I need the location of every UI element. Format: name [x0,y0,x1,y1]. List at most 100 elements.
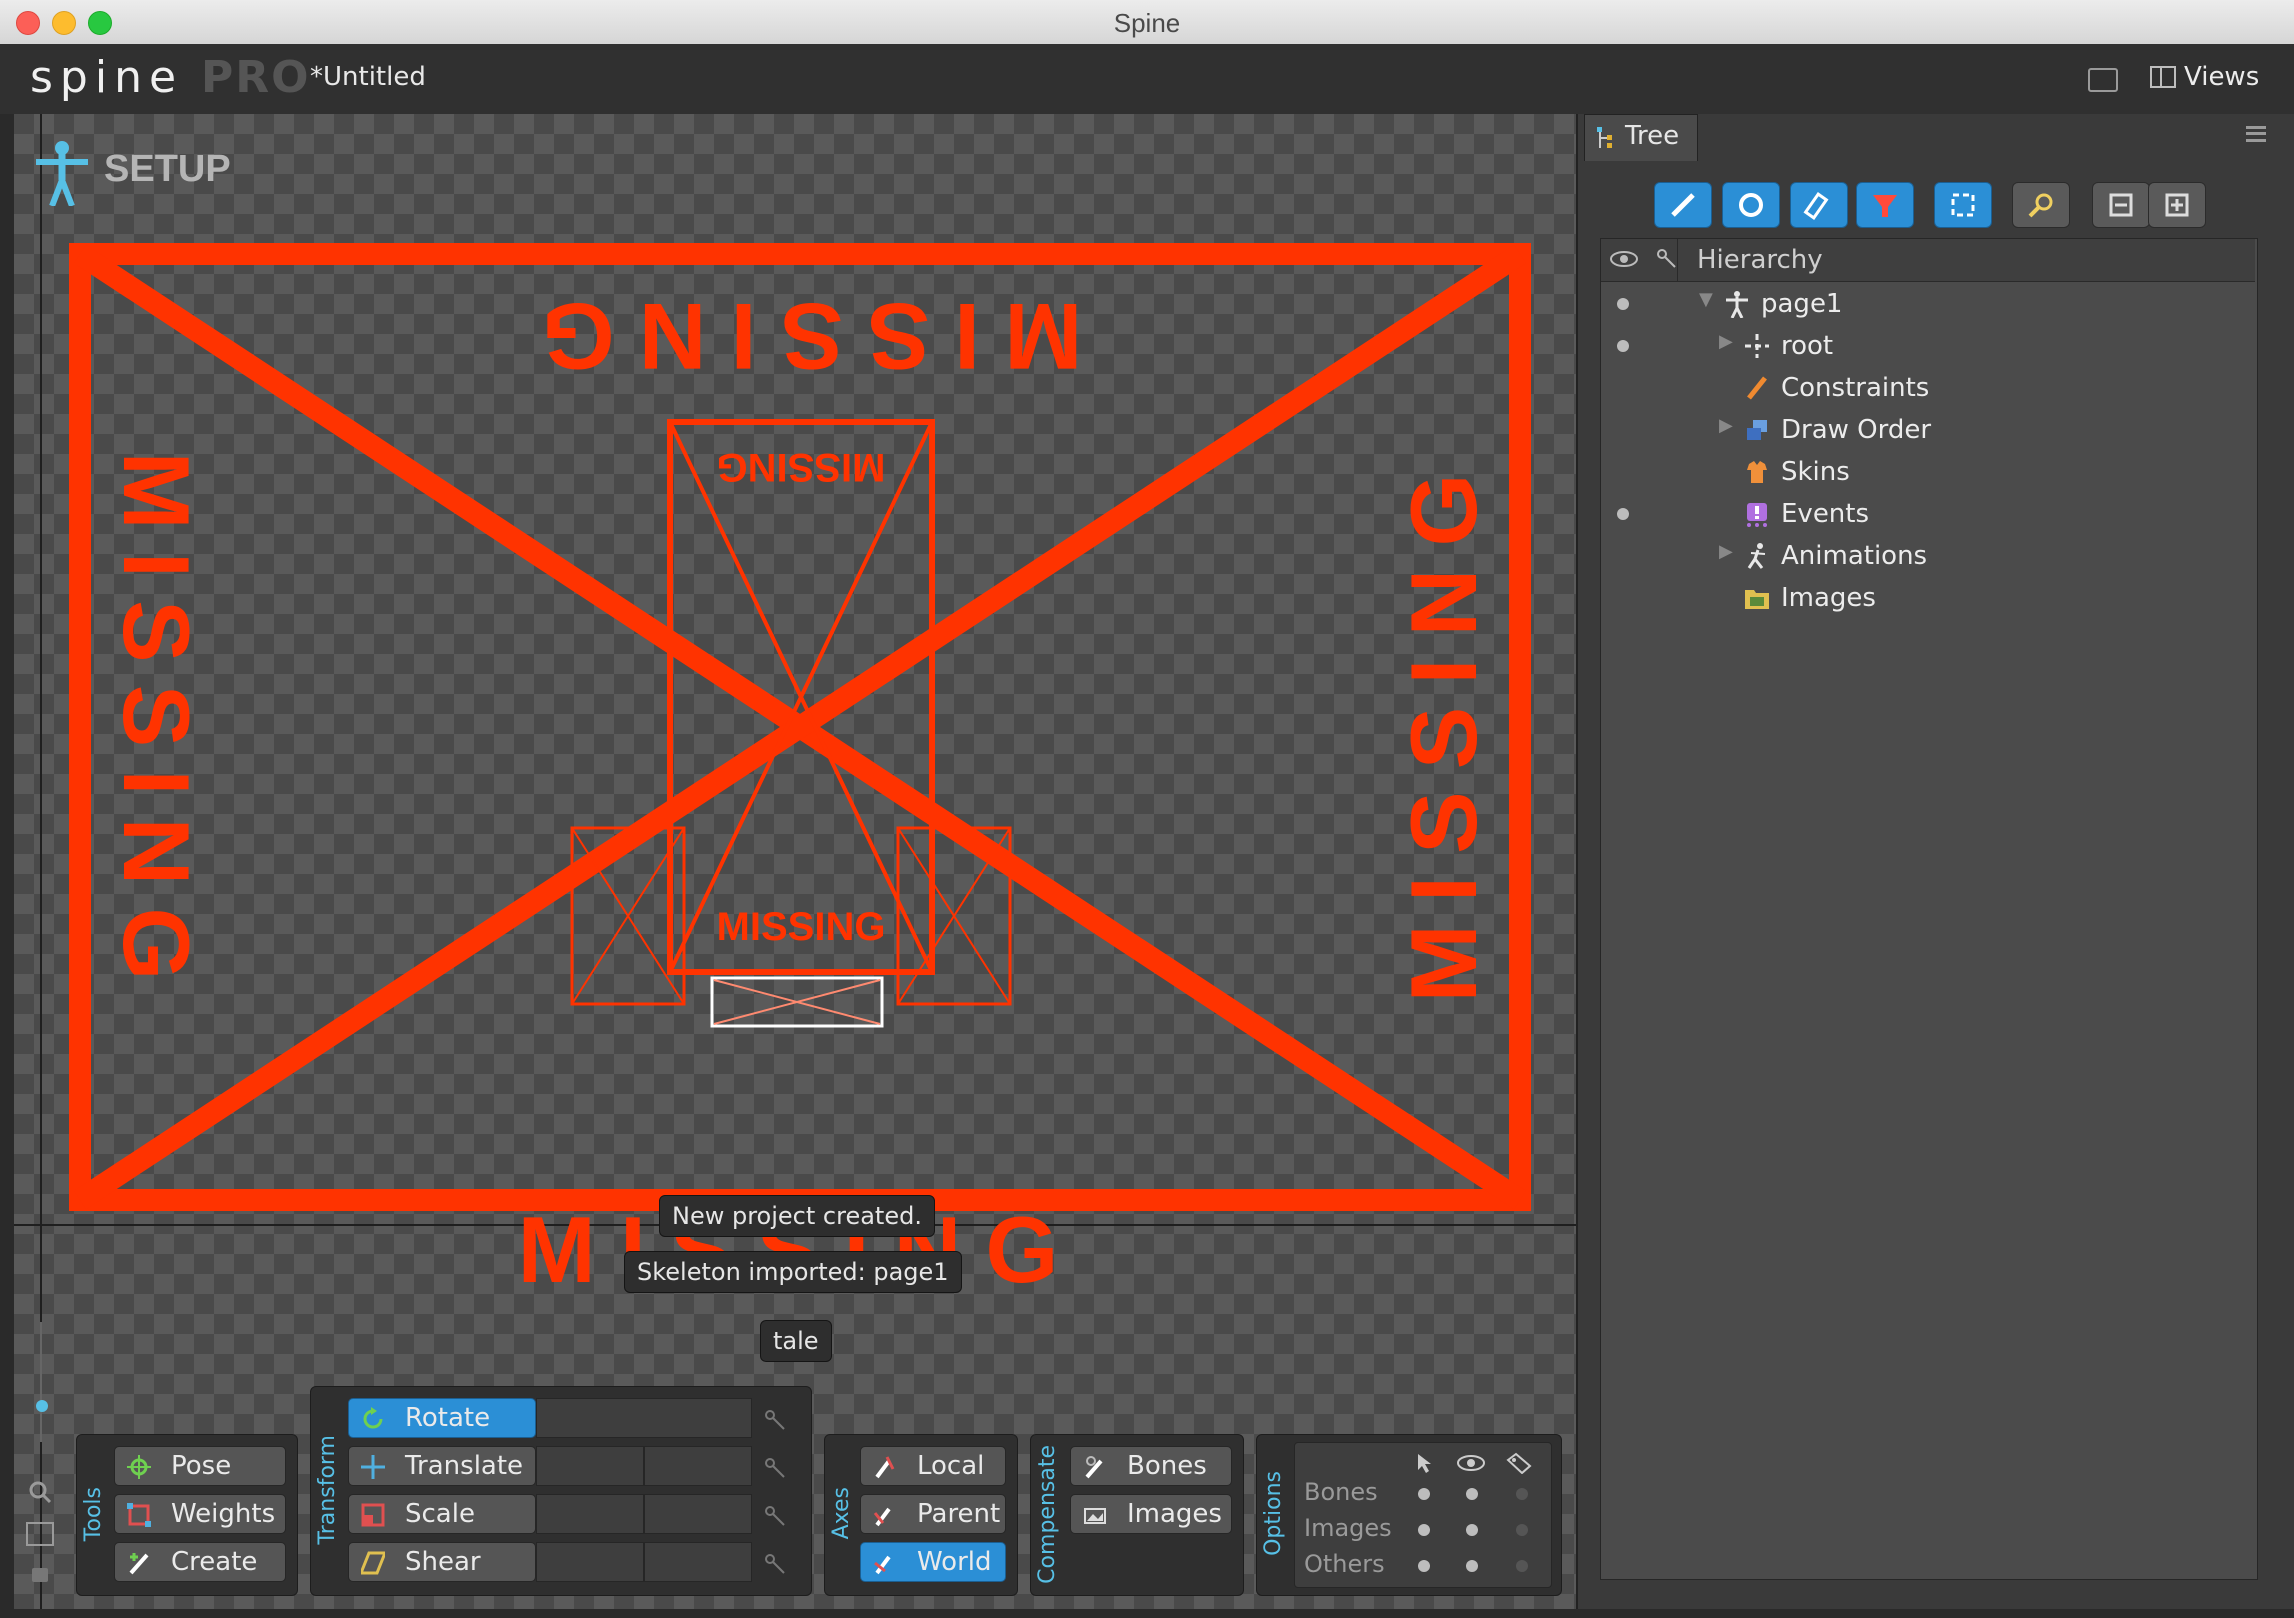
tree-icon [1597,127,1613,149]
visibility-eye-icon[interactable] [1609,249,1639,269]
visibility-dot[interactable] [1617,298,1629,310]
animations-icon [1747,543,1766,569]
images-visible-toggle[interactable] [1466,1524,1478,1536]
scale-key-icon[interactable] [756,1504,796,1528]
images-select-toggle[interactable] [1418,1524,1430,1536]
setup-mode-icon [36,141,88,206]
compensate-images-button[interactable]: Images [1070,1494,1232,1534]
shear-icon [361,1551,385,1575]
expand-all-button[interactable] [2148,182,2206,228]
parent-axes-icon [873,1507,891,1527]
expand-arrow-icon[interactable]: ▶ [1719,331,1733,352]
weights-icon [127,1503,151,1527]
missing-text-top: MISSING [518,284,1083,389]
window-mode-icon[interactable] [2088,68,2118,92]
translate-y-field[interactable] [644,1446,752,1486]
others-select-toggle[interactable] [1418,1560,1430,1572]
fit-view-icon[interactable] [26,1522,54,1546]
rotate-icon [363,1407,383,1429]
scale-y-field[interactable] [644,1494,752,1534]
visibility-dot[interactable] [1617,508,1629,520]
scale-x-field[interactable] [536,1494,644,1534]
tree-item-draw-order[interactable]: ▶ Draw Order [1601,409,2255,451]
visibility-eye-icon [1457,1455,1485,1471]
tree-item-root[interactable]: ▶ root [1601,325,2255,367]
skins-icon [1747,461,1767,483]
expand-arrow-icon[interactable]: ▶ [1719,415,1733,436]
bones-names-toggle[interactable] [1516,1488,1528,1500]
translate-tool-button[interactable]: Translate [348,1446,536,1486]
scale-tool-button[interactable]: Scale [348,1494,536,1534]
tree-item-images[interactable]: Images [1601,577,2255,619]
create-tool-button[interactable]: Create [114,1542,286,1582]
expand-arrow-icon[interactable]: ▶ [1719,541,1733,562]
bone-icon [1745,334,1769,358]
tree-item-animations[interactable]: ▶ Animations [1601,535,2255,577]
options-group-label: Options [1261,1471,1286,1556]
filter-toggle-button[interactable] [1856,182,1914,228]
shear-key-icon[interactable] [756,1552,796,1576]
translate-x-field[interactable] [536,1446,644,1486]
options-images-label: Images [1304,1514,1392,1542]
axes-group-label: Axes [829,1487,854,1540]
tools-group-label: Tools [81,1487,106,1542]
tab-tree[interactable]: Tree [1584,114,1698,161]
missing-text-left: MISSING [104,452,209,1003]
images-folder-icon [1745,590,1769,609]
options-bones-label: Bones [1304,1478,1378,1506]
tree-item-constraints[interactable]: Constraints [1601,367,2255,409]
filter-attachments-button[interactable] [1790,182,1848,228]
others-names-toggle[interactable] [1516,1560,1528,1572]
search-button[interactable] [2012,182,2070,228]
rotate-key-icon[interactable] [756,1408,796,1432]
missing-image-placeholder[interactable]: MISSING MISSING MISSING MISSING MISSING … [14,114,1576,1609]
keying-icon[interactable] [1655,247,1679,271]
compensate-bones-icon [1085,1456,1103,1479]
tree-item-skins[interactable]: Skins [1601,451,2255,493]
bones-select-toggle[interactable] [1418,1488,1430,1500]
images-names-toggle[interactable] [1516,1524,1528,1536]
filter-slots-button[interactable] [1722,182,1780,228]
tree-item-page1[interactable]: ▼ page1 [1601,283,2255,325]
spine-logo: spine PRO [30,52,311,103]
constraints-icon [1747,376,1767,400]
views-icon[interactable] [2150,66,2176,88]
options-others-label: Others [1304,1550,1385,1578]
editor-viewport[interactable]: MISSING MISSING MISSING MISSING MISSING … [14,114,1576,1609]
zoom-slider-track[interactable] [40,1322,42,1442]
axes-world-button[interactable]: World [860,1542,1006,1582]
local-axes-icon [875,1456,895,1479]
collapse-all-button[interactable] [2092,182,2150,228]
mode-label: SETUP [104,148,231,190]
zoom-slider-thumb[interactable] [36,1400,48,1412]
expand-arrow-icon[interactable]: ▼ [1699,289,1713,310]
translate-icon [361,1455,385,1479]
shear-x-field[interactable] [536,1542,644,1582]
rotate-value-field[interactable] [536,1398,752,1438]
axes-parent-button[interactable]: Parent [860,1494,1006,1534]
axes-local-button[interactable]: Local [860,1446,1006,1486]
focus-selection-button[interactable] [1934,182,1992,228]
create-icon [129,1553,149,1575]
compensate-bones-button[interactable]: Bones [1070,1446,1232,1486]
filter-bones-button[interactable] [1654,182,1712,228]
visibility-dot[interactable] [1617,340,1629,352]
transform-group-label: Transform [315,1435,340,1545]
shear-tool-button[interactable]: Shear [348,1542,536,1582]
rotate-tool-button[interactable]: Rotate [348,1398,536,1438]
zoom-icon[interactable] [28,1480,52,1504]
views-menu-button[interactable]: Views [2184,62,2259,92]
missing-text-medium: MISSING [717,905,886,949]
pose-tool-button[interactable]: Pose [114,1446,286,1486]
bones-visible-toggle[interactable] [1466,1488,1478,1500]
lock-icon[interactable] [32,1568,48,1582]
shear-y-field[interactable] [644,1542,752,1582]
others-visible-toggle[interactable] [1466,1560,1478,1572]
document-title: *Untitled [310,62,426,92]
missing-text-right: MISSING [1391,452,1496,1003]
panel-menu-icon[interactable] [2246,126,2266,142]
tree-item-events[interactable]: Events [1601,493,2255,535]
weights-tool-button[interactable]: Weights [114,1494,286,1534]
translate-key-icon[interactable] [756,1456,796,1480]
draw-order-icon [1747,420,1767,440]
